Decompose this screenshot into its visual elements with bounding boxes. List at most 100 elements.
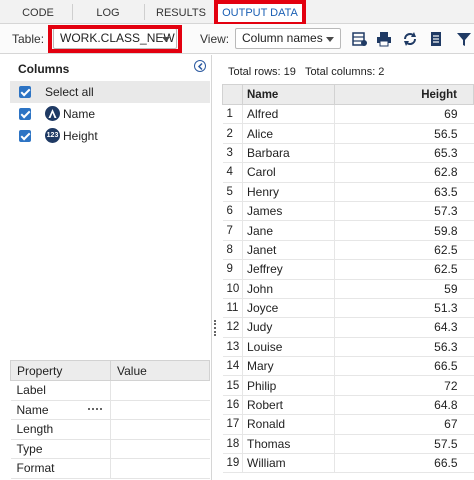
- property-row: Length: [10, 419, 210, 440]
- height-cell: 56.3: [334, 337, 474, 358]
- character-type-icon: [45, 106, 60, 121]
- name-cell: Jeffrey: [242, 259, 335, 280]
- tab-divider: [72, 4, 73, 20]
- height-cell: 67: [334, 414, 474, 435]
- row-number-cell: 17: [222, 414, 243, 435]
- filter-icon[interactable]: [456, 31, 472, 47]
- refresh-icon[interactable]: [402, 31, 418, 47]
- height-cell: 66.5: [334, 453, 474, 474]
- height-cell: 62.8: [334, 162, 474, 183]
- collapse-panel-icon[interactable]: [194, 60, 206, 72]
- height-column-header[interactable]: Height: [334, 84, 474, 105]
- table-row[interactable]: 8 Janet 62.5: [222, 240, 474, 261]
- table-row[interactable]: 1 Alfred 69: [222, 104, 474, 125]
- name-column-header[interactable]: Name: [242, 84, 335, 105]
- row-number-cell: 13: [222, 337, 243, 358]
- height-cell: 64.3: [334, 317, 474, 338]
- row-number-cell: 15: [222, 375, 243, 396]
- name-cell: Thomas: [242, 434, 335, 455]
- row-number-cell: 2: [222, 123, 243, 144]
- column-checkbox[interactable]: [19, 130, 31, 142]
- height-cell: 56.5: [334, 123, 474, 144]
- properties-header-row: Property Value: [10, 360, 210, 381]
- tab-results[interactable]: RESULTS: [150, 0, 212, 24]
- table-label: Table:: [12, 32, 45, 46]
- view-select-value: Column names: [242, 31, 323, 45]
- height-cell: 59.8: [334, 220, 474, 241]
- property-column-header[interactable]: Property: [10, 360, 111, 381]
- table-row[interactable]: 11 Joyce 51.3: [222, 298, 474, 319]
- column-checkbox[interactable]: [19, 108, 31, 120]
- property-name: Name: [10, 400, 111, 420]
- property-value: [110, 400, 210, 420]
- numeric-type-icon: 123: [45, 128, 60, 143]
- row-number-cell: 10: [222, 279, 243, 299]
- height-cell: 66.5: [334, 356, 474, 377]
- table-row[interactable]: 5 Henry 63.5: [222, 182, 474, 202]
- view-select[interactable]: Column names: [235, 28, 341, 49]
- total-columns: Total columns: 2: [304, 66, 385, 78]
- chevron-left-icon: [197, 62, 203, 70]
- row-number-cell: 18: [222, 434, 243, 455]
- property-row: Name: [10, 400, 210, 420]
- name-cell: Janet: [242, 240, 335, 261]
- table-row[interactable]: 12 Judy 64.3: [222, 317, 474, 338]
- export-icon[interactable]: [428, 31, 444, 47]
- table-row[interactable]: 10 John 59: [222, 279, 474, 299]
- name-cell: Carol: [242, 162, 335, 183]
- property-value: [110, 380, 210, 401]
- row-number-cell: 11: [222, 298, 243, 319]
- property-name: Format: [10, 458, 111, 479]
- height-cell: 63.5: [334, 182, 474, 202]
- table-row[interactable]: 15 Philip 72: [222, 375, 474, 396]
- name-cell: Jane: [242, 220, 335, 241]
- properties-table: Property Value Label Name Length Type Fo…: [10, 360, 210, 479]
- select-all-checkbox[interactable]: [19, 86, 31, 98]
- vertical-resize-handle[interactable]: [214, 320, 217, 336]
- table-select-highlight: [48, 25, 182, 53]
- row-number-cell: 12: [222, 317, 243, 338]
- table-row[interactable]: 6 James 57.3: [222, 201, 474, 222]
- table-row[interactable]: 16 Robert 64.8: [222, 395, 474, 416]
- name-cell: Louise: [242, 337, 335, 358]
- height-cell: 57.3: [334, 201, 474, 222]
- table-row[interactable]: 17 Ronald 67: [222, 414, 474, 435]
- select-all-row[interactable]: Select all: [10, 81, 210, 103]
- table-row[interactable]: 2 Alice 56.5: [222, 123, 474, 144]
- height-cell: 62.5: [334, 240, 474, 261]
- property-name: Type: [10, 439, 111, 459]
- property-name: Label: [10, 380, 111, 401]
- property-row: Format: [10, 458, 210, 479]
- property-value: [110, 439, 210, 459]
- name-cell: Barbara: [242, 143, 335, 164]
- tab-log[interactable]: LOG: [80, 0, 136, 24]
- height-cell: 51.3: [334, 298, 474, 319]
- table-row[interactable]: 4 Carol 62.8: [222, 162, 474, 183]
- name-cell: Judy: [242, 317, 335, 338]
- column-item-name[interactable]: Name: [10, 103, 210, 125]
- name-cell: Mary: [242, 356, 335, 377]
- property-name: Length: [10, 419, 111, 440]
- tab-code[interactable]: CODE: [12, 0, 64, 24]
- table-row[interactable]: 7 Jane 59.8: [222, 220, 474, 241]
- name-cell: Philip: [242, 375, 335, 396]
- height-cell: 59: [334, 279, 474, 299]
- output-tab-highlight: [214, 0, 306, 26]
- row-number-cell: 9: [222, 259, 243, 280]
- column-item-height[interactable]: 123 Height: [10, 125, 210, 147]
- table-row[interactable]: 13 Louise 56.3: [222, 337, 474, 358]
- chevron-down-icon: [326, 37, 334, 42]
- table-row[interactable]: 18 Thomas 57.5: [222, 434, 474, 455]
- table-row[interactable]: 19 William 66.5: [222, 453, 474, 474]
- value-column-header[interactable]: Value: [110, 360, 210, 381]
- height-cell: 72: [334, 375, 474, 396]
- row-number-cell: 7: [222, 220, 243, 241]
- name-cell: Ronald: [242, 414, 335, 435]
- property-value: [110, 419, 210, 440]
- name-cell: Alfred: [242, 104, 335, 125]
- print-icon[interactable]: [376, 31, 392, 47]
- table-row[interactable]: 9 Jeffrey 62.5: [222, 259, 474, 280]
- data-grid-icon[interactable]: [352, 31, 368, 47]
- table-row[interactable]: 14 Mary 66.5: [222, 356, 474, 377]
- table-row[interactable]: 3 Barbara 65.3: [222, 143, 474, 164]
